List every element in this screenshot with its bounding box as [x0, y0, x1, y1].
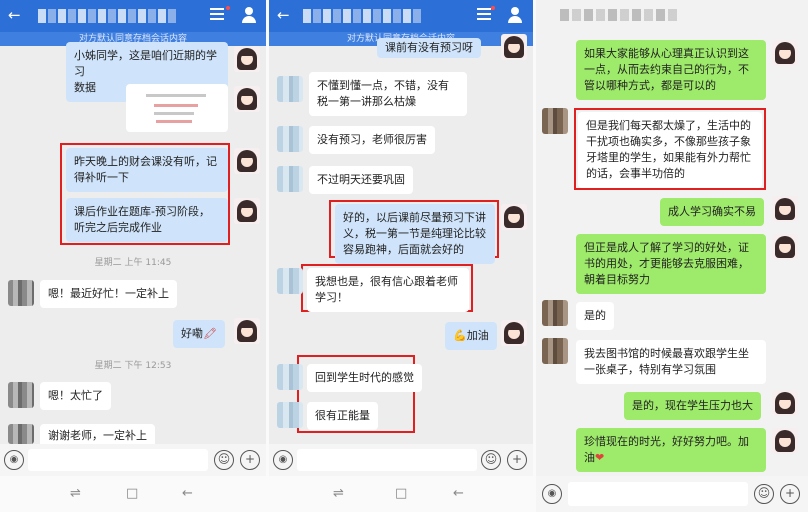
- message-bubble[interactable]: 如果大家能够从心理真正认识到这一点，从而去约束自己的行为，不管以哪种方式，都是可…: [576, 40, 766, 100]
- message-bubble[interactable]: 课后作业在题库-预习阶段，听完之后完成作业: [66, 198, 228, 242]
- avatar-teacher: [772, 428, 798, 454]
- unread-dot: [491, 6, 495, 10]
- avatar-teacher: [501, 320, 527, 346]
- message-input[interactable]: [28, 449, 208, 471]
- avatar-teacher: [501, 34, 527, 60]
- home-icon[interactable]: □: [126, 486, 138, 501]
- message-bubble[interactable]: 嗯！太忙了: [40, 382, 111, 410]
- chat-panel-left: ← 对方默认同意存档会话内容 小姊同学，这是咱们近期的学习 数据 昨天晚上的财会…: [0, 0, 266, 512]
- message-text: 好嘞: [181, 327, 203, 340]
- menu-icon[interactable]: [210, 8, 224, 20]
- avatar-student: [542, 338, 568, 364]
- avatar-student: [8, 382, 34, 408]
- avatar-teacher: [772, 40, 798, 66]
- avatar-student: [277, 166, 303, 192]
- chat-header: ←: [269, 0, 533, 32]
- timestamp: 星期二 下午 12:53: [94, 361, 172, 371]
- message-bubble[interactable]: 嗯！最近好忙！一定补上: [40, 280, 177, 308]
- input-bar: ◉ ☺ +: [269, 444, 533, 476]
- avatar-student: [277, 126, 303, 152]
- contact-name-redacted: [303, 9, 421, 23]
- emoji-icon[interactable]: ☺: [481, 450, 501, 470]
- message-text: 珍惜现在的时光，好好努力吧。加油: [584, 435, 749, 464]
- person-icon[interactable]: [241, 6, 257, 24]
- message-input[interactable]: [297, 449, 477, 471]
- message-bubble[interactable]: 没有预习，老师很厉害: [309, 126, 435, 154]
- message-input[interactable]: [568, 482, 748, 506]
- back-icon[interactable]: ←: [453, 486, 464, 501]
- chat-panel-middle: ← 对方默认同意存档会话内容 课前有没有预习呀 不懂到懂一点，不错，没有税一第一…: [269, 0, 533, 512]
- message-bubble[interactable]: 成人学习确实不易: [660, 198, 764, 226]
- avatar-student: [8, 280, 34, 306]
- avatar-student: [542, 300, 568, 326]
- emoji-icon[interactable]: ☺: [754, 484, 774, 504]
- avatar-teacher: [234, 318, 260, 344]
- message-bubble[interactable]: 我想也是，很有信心跟着老师学习！: [307, 268, 469, 312]
- message-bubble[interactable]: 我去图书馆的时候最喜欢跟学生坐一张桌子，特别有学习氛围: [576, 340, 766, 384]
- message-bubble[interactable]: 好的，以后课前尽量预习下讲义，税一第一节是纯理论比较容易跑神，后面就会好的: [335, 204, 495, 264]
- avatar-student: [277, 364, 303, 390]
- avatar-student: [277, 268, 303, 294]
- message-bubble[interactable]: 但正是成人了解了学习的好处，证书的用处，才更能够去克服困难，朝着目标努力: [576, 234, 766, 294]
- message-bubble[interactable]: 很有正能量: [307, 402, 378, 430]
- avatar-teacher: [501, 204, 527, 230]
- message-bubble[interactable]: 但是我们每天都太燥了，生活中的干扰项也确实多，不像那些孩子象牙塔里的学生，如果能…: [578, 112, 762, 188]
- avatar-teacher: [234, 198, 260, 224]
- input-bar: ◉ ☺ +: [0, 444, 266, 476]
- recent-apps-icon[interactable]: ⇌: [70, 486, 81, 501]
- avatar-teacher: [772, 234, 798, 260]
- message-bubble[interactable]: 不懂到懂一点，不错，没有税一第一讲那么枯燥: [309, 72, 467, 116]
- avatar-student: [542, 108, 568, 134]
- home-icon[interactable]: □: [395, 486, 407, 501]
- input-bar: ◉ ☺ +: [536, 476, 808, 512]
- heart-icon: ❤: [595, 451, 605, 464]
- plus-icon[interactable]: +: [507, 450, 527, 470]
- system-nav-bar: ⇌ □ ←: [269, 476, 533, 512]
- message-bubble[interactable]: 回到学生时代的感觉: [307, 364, 422, 392]
- recent-apps-icon[interactable]: ⇌: [333, 486, 344, 501]
- back-icon[interactable]: ←: [182, 486, 193, 501]
- voice-icon[interactable]: ◉: [273, 450, 293, 470]
- chat-header: ←: [0, 0, 266, 32]
- message-bubble[interactable]: 是的: [576, 302, 614, 330]
- avatar-student: [277, 76, 303, 102]
- avatar-student: [277, 402, 303, 428]
- avatar-teacher: [234, 148, 260, 174]
- chat-panel-right: 如果大家能够从心理真正认识到这一点，从而去约束自己的行为，不管以哪种方式，都是可…: [536, 0, 808, 512]
- study-data-image[interactable]: [126, 84, 228, 132]
- message-bubble[interactable]: 不过明天还要巩固: [309, 166, 413, 194]
- contact-name-redacted: [38, 9, 176, 23]
- back-arrow-icon[interactable]: ←: [8, 7, 21, 23]
- unread-dot: [226, 6, 230, 10]
- message-text: 加油: [466, 329, 489, 342]
- person-icon[interactable]: [507, 6, 523, 24]
- avatar-teacher: [772, 390, 798, 416]
- avatar-teacher: [234, 46, 260, 72]
- avatar-student: [8, 424, 34, 444]
- plus-icon[interactable]: +: [240, 450, 260, 470]
- message-bubble[interactable]: 是的，现在学生压力也大: [624, 392, 761, 420]
- message-bubble[interactable]: 课前有没有预习呀: [377, 38, 481, 58]
- timestamp: 星期二 上午 11:45: [94, 258, 172, 268]
- menu-icon[interactable]: [477, 8, 491, 20]
- message-bubble[interactable]: 昨天晚上的财会课没有听，记得补听一下: [66, 148, 228, 192]
- avatar-teacher: [772, 196, 798, 222]
- strong-arm-icon: 💪: [453, 329, 467, 342]
- emoji-sticker-icon: 🖍: [203, 327, 217, 340]
- contact-name-redacted: [560, 9, 677, 21]
- message-bubble[interactable]: 💪加油: [445, 322, 497, 350]
- message-bubble[interactable]: 珍惜现在的时光，好好努力吧。加油❤: [576, 428, 766, 472]
- avatar-teacher: [234, 86, 260, 112]
- message-bubble[interactable]: 好嘞🖍: [173, 320, 225, 348]
- back-arrow-icon[interactable]: ←: [277, 7, 290, 23]
- system-nav-bar: ⇌ □ ←: [0, 476, 266, 512]
- voice-icon[interactable]: ◉: [4, 450, 24, 470]
- voice-icon[interactable]: ◉: [542, 484, 562, 504]
- emoji-icon[interactable]: ☺: [214, 450, 234, 470]
- plus-icon[interactable]: +: [780, 484, 800, 504]
